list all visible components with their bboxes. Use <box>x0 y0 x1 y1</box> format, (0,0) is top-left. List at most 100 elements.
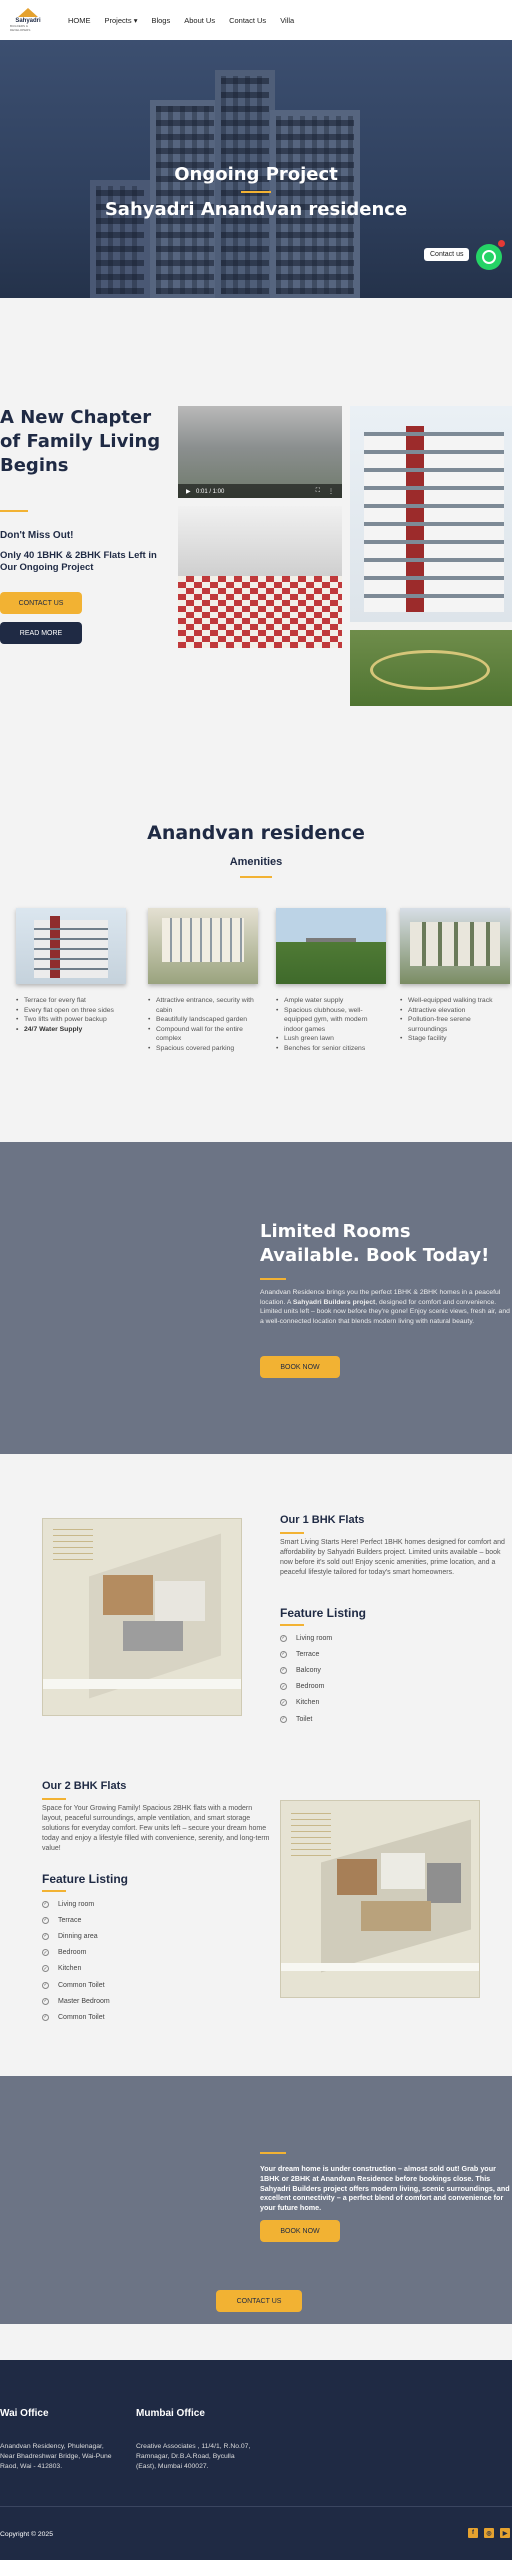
more-options-icon[interactable]: ⋮ <box>328 488 334 495</box>
amenity-item: Benches for senior citizens <box>276 1044 386 1054</box>
fullscreen-icon[interactable]: ⛶ <box>316 488 320 495</box>
notification-badge <box>498 240 505 247</box>
check-icon: ✓ <box>42 1900 49 1908</box>
amenity-item: Beautifully landscaped garden <box>148 1015 258 1025</box>
youtube-icon[interactable]: ▶ <box>500 2528 510 2538</box>
hero-title: Ongoing Project <box>174 164 338 185</box>
amenity-item: Terrace for every flat <box>16 996 126 1006</box>
feature-label: Terrace <box>296 1650 320 1658</box>
check-icon: ✓ <box>280 1666 287 1674</box>
amenity-image <box>16 908 126 984</box>
amenity-item: Compound wall for the entire complex <box>148 1025 258 1044</box>
1bhk-feature-title: Feature Listing <box>280 1606 367 1620</box>
menu-item-contact[interactable]: Contact Us <box>229 16 266 25</box>
read-more-button[interactable]: READ MORE <box>0 622 82 644</box>
dont-miss-text: Don't Miss Out! <box>0 530 74 541</box>
whatsapp-label[interactable]: Contact us <box>424 248 470 261</box>
hero-title-block: Ongoing Project Sahyadri Anandvan reside… <box>0 164 512 220</box>
feature-label: Living room <box>58 1900 95 1908</box>
under-divider <box>260 2152 286 2154</box>
video-time: 0:01 / 1:00 <box>196 489 225 495</box>
amenity-item: Spacious covered parking <box>148 1044 258 1054</box>
amenity-card: Terrace for every flat Every flat open o… <box>16 908 126 1034</box>
menu-item-home[interactable]: HOME <box>68 16 91 25</box>
feature-label: Living room <box>296 1634 333 1642</box>
feature-label: Terrace <box>58 1916 82 1924</box>
menu-item-about[interactable]: About Us <box>184 16 215 25</box>
amenity-image <box>276 908 386 984</box>
amenities-divider <box>240 876 272 878</box>
under-construction-text: Your dream home is under construction – … <box>260 2164 510 2213</box>
feature-item: ✓ Master Bedroom <box>42 1993 110 2009</box>
site-footer: Wai Office Anandvan Residency, Phulenaga… <box>0 2360 512 2560</box>
feature-item: ✓ Dinning area <box>42 1928 110 1944</box>
check-icon: ✓ <box>280 1699 287 1707</box>
check-icon: ✓ <box>42 1981 49 1989</box>
logo-roof-icon <box>18 8 38 17</box>
instagram-icon[interactable]: ◎ <box>484 2528 494 2538</box>
2bhk-description: Space for Your Growing Family! Spacious … <box>42 1805 270 1852</box>
feature-item: ✓ Terrace <box>42 1912 110 1928</box>
2bhk-feature-list: ✓ Living room ✓ Terrace ✓ Dinning area ✓ Bed… <box>42 1896 110 2026</box>
project-title: Anandvan residence <box>147 822 365 844</box>
flats-left-text: Only 40 1BHK & 2BHK Flats Left in Our On… <box>0 550 157 573</box>
amenity-card: Well-equipped walking track Attractive e… <box>400 908 510 1044</box>
amenity-item: Lush green lawn <box>276 1034 386 1044</box>
brand-logo[interactable]: Sahyadri BUILDERS & DEVELOPERS <box>10 5 46 35</box>
feature-label: Bedroom <box>58 1949 87 1957</box>
chevron-down-icon: ▾ <box>133 15 138 25</box>
menu-item-blogs[interactable]: Blogs <box>151 16 170 25</box>
amenity-item: Pollution-free serene surroundings <box>400 1015 510 1034</box>
1bhk-title: Our 1 BHK Flats <box>280 1514 365 1526</box>
amenity-card: Attractive entrance, security with cabin… <box>148 908 258 1053</box>
check-icon: ✓ <box>42 1949 49 1957</box>
check-icon: ✓ <box>42 2013 49 2021</box>
facebook-icon[interactable]: f <box>468 2528 478 2538</box>
footer-divider <box>0 2506 512 2507</box>
feature-label: Master Bedroom <box>58 1997 110 2005</box>
project-video[interactable]: ▶ 0:01 / 1:00 ⋮ ⛶ <box>178 406 342 498</box>
1bhk-description: Smart Living Starts Here! Perfect 1BHK h… <box>280 1539 505 1576</box>
check-icon: ✓ <box>42 1916 49 1924</box>
contact-us-button[interactable]: CONTACT US <box>0 592 82 614</box>
feature-item: ✓ Balcony <box>280 1662 332 1678</box>
limited-heading: Limited Rooms Available. Book Today! <box>260 1221 490 1266</box>
copyright-text: Copyright © 2025 <box>0 2531 53 2538</box>
feature-item: ✓ Terrace <box>280 1646 332 1662</box>
1bhk-feature-divider <box>280 1624 304 1626</box>
1bhk-divider <box>280 1532 304 1534</box>
logo-subtitle: BUILDERS & DEVELOPERS <box>10 24 31 32</box>
building-balconies <box>364 432 504 612</box>
amenity-image <box>148 908 258 984</box>
menu-item-villa[interactable]: Villa <box>280 16 294 25</box>
whatsapp-icon <box>482 250 496 264</box>
1bhk-floor-plan <box>42 1518 242 1716</box>
whatsapp-button[interactable] <box>476 244 502 270</box>
flats-section: Our 1 BHK Flats Smart Living Starts Here… <box>0 1454 512 2076</box>
amenity-item: Attractive entrance, security with cabin <box>148 996 258 1015</box>
feature-item: ✓ Kitchen <box>280 1695 332 1711</box>
amenity-item: Two lifts with power backup <box>16 1015 126 1025</box>
amenity-item: Every flat open on three sides <box>16 1006 126 1016</box>
menu-item-projects[interactable]: Projects ▾ <box>105 16 138 25</box>
feature-item: ✓ Bedroom <box>280 1679 332 1695</box>
limited-text: Anandvan Residence brings you the perfec… <box>260 1288 512 1326</box>
feature-label: Balcony <box>296 1666 321 1674</box>
feature-item: ✓ Common Toilet <box>42 2009 110 2025</box>
contact-us-button[interactable]: CONTACT US <box>216 2290 302 2312</box>
feature-item: ✓ Living room <box>42 1896 110 1912</box>
play-icon[interactable]: ▶ <box>186 488 191 495</box>
amenity-item: Well-equipped walking track <box>400 996 510 1006</box>
check-icon: ✓ <box>280 1650 287 1658</box>
corridor-image <box>178 506 342 648</box>
book-now-button[interactable]: BOOK NOW <box>260 1356 340 1378</box>
building-image <box>350 406 512 622</box>
2bhk-feature-title: Feature Listing <box>42 1872 129 1886</box>
amenity-card: Ample water supply Spacious clubhouse, w… <box>276 908 386 1053</box>
amenities-heading: Amenities <box>229 856 283 868</box>
check-icon: ✓ <box>280 1715 287 1723</box>
book-now-button[interactable]: BOOK NOW <box>260 2220 340 2242</box>
feature-label: Dinning area <box>58 1932 98 1940</box>
wai-office-title: Wai Office <box>0 2408 49 2419</box>
check-icon: ✓ <box>280 1683 287 1691</box>
